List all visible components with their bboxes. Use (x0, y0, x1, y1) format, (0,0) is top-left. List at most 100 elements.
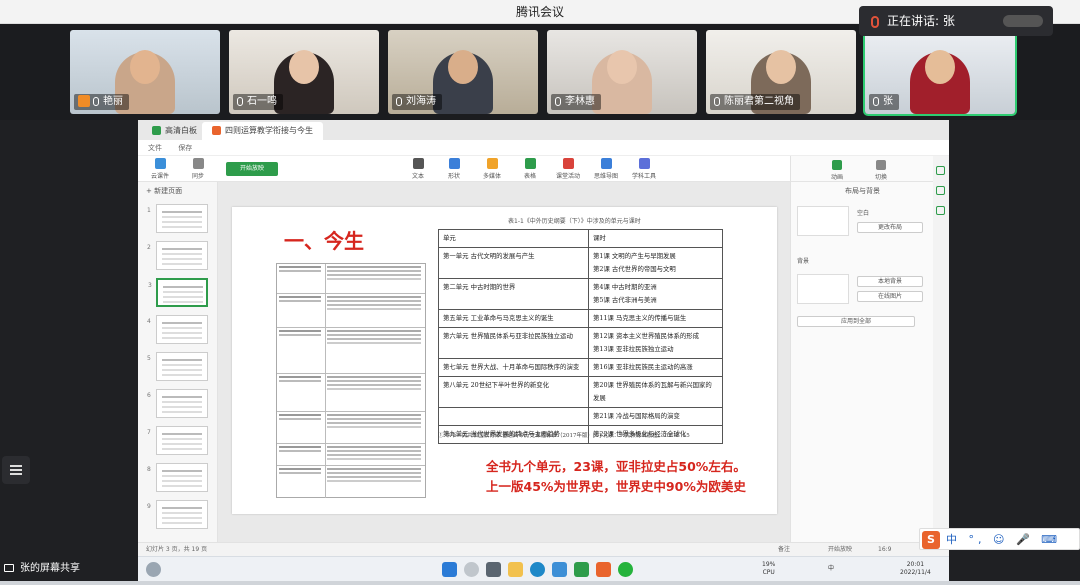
wechat-icon[interactable] (618, 562, 633, 577)
clock: 20:01 2022/11/4 (900, 561, 931, 576)
slide-count: 幻灯片 3 页，共 19 页 (146, 546, 208, 553)
mic-icon (714, 96, 720, 106)
mic-icon (396, 96, 402, 106)
task-view-icon[interactable] (486, 562, 501, 577)
store-icon[interactable] (552, 562, 567, 577)
start-icon[interactable] (442, 562, 457, 577)
media-button[interactable]: 多媒体 (474, 158, 510, 180)
menu-save[interactable]: 保存 (178, 144, 192, 152)
slide-thumb[interactable]: 7 (147, 426, 208, 455)
slide-thumb-selected[interactable]: 3 (148, 278, 208, 307)
file-explorer-icon[interactable] (508, 562, 523, 577)
slide[interactable]: 一、今生 表1-1《中外历史纲要（下）》中涉及的单元与课时 单元 课时 第一单元… (232, 207, 777, 514)
class-activity-button[interactable]: 课堂活动 (550, 158, 586, 180)
slide-thumb[interactable]: 2 (147, 241, 208, 270)
slide-thumb[interactable]: 6 (147, 389, 208, 418)
participant-tile-4[interactable]: 陈丽君第二视角 (706, 30, 856, 114)
cpu-usage: 19% CPU (762, 561, 776, 576)
slideshow-status-button[interactable]: 开始放映 (828, 543, 852, 557)
participant-tile-2[interactable]: 刘海涛 (388, 30, 538, 114)
unit-cell: 第一单元 古代文明的发展与产生 (438, 247, 589, 279)
unit-cell: 第二单元 中古时期的世界 (438, 278, 589, 310)
online-image-button[interactable]: 在线图片 (857, 291, 923, 302)
shape-button[interactable]: 形状 (436, 158, 472, 180)
participant-tile-1[interactable]: 石一鸣 (229, 30, 379, 114)
transition-tab[interactable]: 切换 (861, 160, 901, 181)
tencent-meeting-icon[interactable] (574, 562, 589, 577)
sync-button[interactable]: 同步 (180, 158, 216, 180)
record-icon[interactable] (936, 206, 945, 215)
unit-cell: 第五单元 工业革命与马克思主义的诞生 (438, 309, 589, 328)
new-slide-button[interactable]: + 新建页面 (146, 186, 182, 196)
right-side-rail (933, 156, 949, 542)
tools-icon (638, 158, 650, 169)
table-row: 第七单元 世界大战、十月革命与国际秩序的演变 第16课 亚非拉民族民主运动的高涨 (438, 358, 723, 377)
mic-icon (871, 15, 879, 28)
participant-tile-0[interactable]: 艳丽 (70, 30, 220, 114)
activity-icon (562, 158, 574, 169)
left-text-table (276, 263, 426, 498)
windows-taskbar: 19% CPU 中 20:01 2022/11/4 (138, 556, 949, 582)
background-label: 背景 (797, 258, 810, 265)
ime-toolbar[interactable]: S 中 °, ☺ 🎤 ⌨ (919, 528, 1080, 550)
background-preview[interactable] (797, 274, 849, 304)
widgets-icon[interactable] (146, 562, 161, 577)
slide-thumb[interactable]: 9 (147, 500, 208, 529)
presentation-app-icon[interactable] (596, 562, 611, 577)
shared-screen: 高清白板 四则运算教学衔接与今生 文件 保存 云课件 同步 开始放映 文本 形状… (138, 120, 949, 556)
ime-indicator[interactable]: 中 (828, 565, 834, 573)
mic-icon (873, 96, 879, 106)
host-icon (78, 95, 90, 107)
layout-blank-label: 空白 (857, 210, 870, 217)
text-icon (412, 158, 424, 169)
layout-panel: 动画 切换 布局与背景 空白 更改布局 背景 本地背景 在线图片 应用到全部 (790, 156, 933, 542)
slide-title: 一、今生 (284, 229, 364, 253)
participant-name-plate: 陈丽君第二视角 (710, 94, 800, 110)
participant-name-plate: 艳丽 (74, 94, 129, 110)
participant-name-plate: 张 (869, 94, 899, 110)
ime-options[interactable]: 中 °, ☺ 🎤 ⌨ (946, 529, 1061, 551)
apply-all-button[interactable]: 应用到全部 (797, 316, 915, 327)
table-caption: 表1-1《中外历史纲要（下）》中涉及的单元与课时 (508, 218, 641, 225)
screen-share-icon (4, 564, 14, 572)
aspect-ratio[interactable]: 16:9 (878, 543, 891, 557)
tab-whiteboard[interactable]: 高清白板 (142, 122, 207, 140)
table-button[interactable]: 表格 (512, 158, 548, 180)
menu-file[interactable]: 文件 (148, 144, 162, 152)
search-icon[interactable] (464, 562, 479, 577)
header-lesson: 课时 (588, 229, 723, 248)
cloud-courseware-button[interactable]: 云课件 (142, 158, 178, 180)
speaking-label: 正在讲话: 张 (887, 14, 955, 28)
local-background-button[interactable]: 本地背景 (857, 276, 923, 287)
unit-cell: 第七单元 世界大战、十月革命与国际秩序的演变 (438, 358, 589, 377)
screen-share-label: 张的屏幕共享 (4, 561, 80, 577)
slide-thumb[interactable]: 8 (147, 463, 208, 492)
animation-tab[interactable]: 动画 (817, 160, 857, 181)
summary-line-2: 上一版45%为世界史，世界史中90%为欧美史 (486, 479, 746, 494)
change-layout-button[interactable]: 更改布局 (857, 222, 923, 233)
video-strip: 艳丽 石一鸣 刘海涛 李林惠 陈丽君第二视角 张 (0, 24, 1080, 120)
speaker-avatar (1003, 15, 1043, 27)
header-unit: 单元 (438, 229, 589, 248)
unit-cell: 第六单元 世界殖民体系与亚非拉民族独立运动 (438, 327, 589, 359)
tab-presentation[interactable]: 四则运算教学衔接与今生 (202, 122, 323, 140)
slide-thumb[interactable]: 5 (147, 352, 208, 381)
slide-canvas: 一、今生 表1-1《中外历史纲要（下）》中涉及的单元与课时 单元 课时 第一单元… (218, 182, 790, 542)
slide-thumb[interactable]: 4 (147, 315, 208, 344)
layout-preview[interactable] (797, 206, 849, 236)
subject-tools-button[interactable]: 学科工具 (626, 158, 662, 180)
slide-thumb[interactable]: 1 (147, 204, 208, 233)
layout-icon[interactable] (936, 166, 945, 175)
floating-menu-button[interactable] (2, 456, 30, 484)
participant-tile-3[interactable]: 李林惠 (547, 30, 697, 114)
edge-icon[interactable] (530, 562, 545, 577)
settings-icon[interactable] (936, 186, 945, 195)
text-button[interactable]: 文本 (400, 158, 436, 180)
table-row: 第二单元 中古时期的世界 第4课 中古时期的亚洲 第5课 古代非洲与美洲 (438, 278, 723, 310)
summary-line-1: 全书九个单元，23课，亚非拉史占50%左右。 (486, 459, 746, 474)
participant-tile-5[interactable]: 张 (863, 28, 1017, 116)
mind-map-button[interactable]: 思维导图 (588, 158, 624, 180)
start-slideshow-button[interactable]: 开始放映 (226, 162, 278, 176)
notes-button[interactable]: 备注 (778, 543, 790, 557)
lesson-cell: 第16课 亚非拉民族民主运动的高涨 (588, 358, 723, 377)
